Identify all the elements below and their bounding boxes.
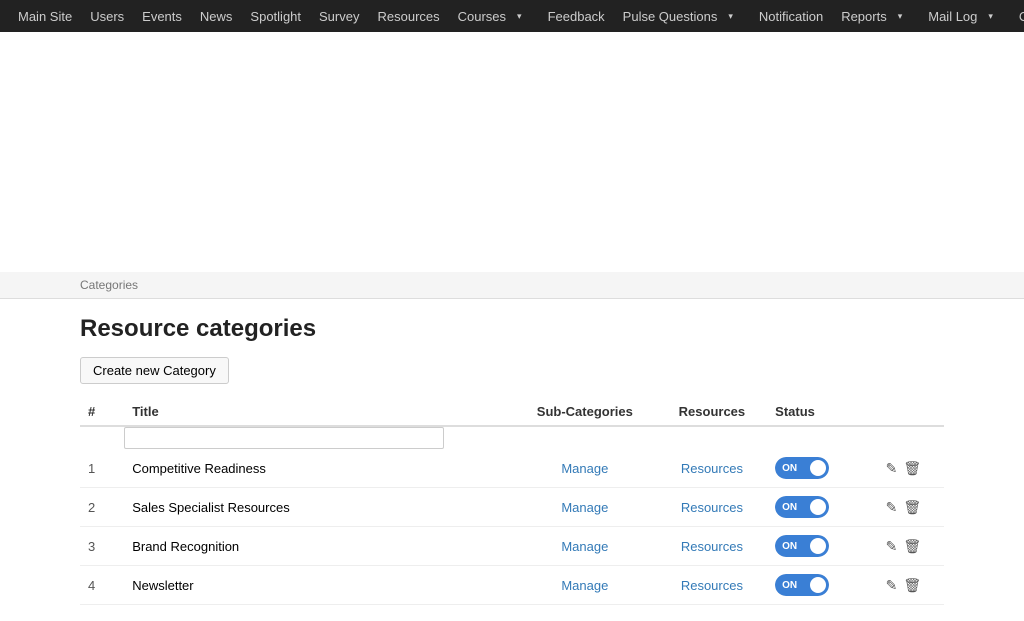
row-res-link[interactable]: Resources bbox=[657, 449, 768, 488]
row-res-link[interactable]: Resources bbox=[657, 527, 768, 566]
row-title: Sales Specialist Resources bbox=[124, 488, 513, 527]
nav-item-main-site[interactable]: Main Site bbox=[10, 3, 80, 30]
nav-item-survey[interactable]: Survey bbox=[311, 3, 367, 30]
row-sub-link[interactable]: Manage bbox=[513, 566, 657, 605]
nav-item-resources[interactable]: Resources bbox=[369, 3, 447, 30]
dropdown-arrow-icon: ▾ bbox=[890, 5, 911, 28]
row-actions: ✎ 🗑 bbox=[878, 527, 944, 566]
nav-item-courses[interactable]: Courses▾ bbox=[450, 0, 538, 34]
delete-icon[interactable]: 🗑 bbox=[903, 499, 921, 516]
table-row: 1 Competitive Readiness Manage Resources… bbox=[80, 449, 944, 488]
edit-icon[interactable]: ✎ bbox=[886, 499, 898, 516]
title-filter-input[interactable] bbox=[124, 427, 444, 449]
categories-table: # Title Sub-Categories Resources Status … bbox=[80, 398, 944, 605]
page-title: Resource categories bbox=[80, 315, 944, 343]
main-content: Resource categories Create new Category … bbox=[0, 299, 1024, 621]
nav-item-reports[interactable]: Reports▾ bbox=[833, 0, 918, 34]
row-num: 3 bbox=[80, 527, 124, 566]
table-row: 2 Sales Specialist Resources Manage Reso… bbox=[80, 488, 944, 527]
nav-item-users[interactable]: Users bbox=[82, 3, 132, 30]
row-actions: ✎ 🗑 bbox=[878, 488, 944, 527]
delete-icon[interactable]: 🗑 bbox=[903, 538, 921, 555]
row-status[interactable]: ON bbox=[767, 488, 878, 527]
col-header-status: Status bbox=[767, 398, 878, 426]
edit-icon[interactable]: ✎ bbox=[886, 460, 898, 477]
row-num: 2 bbox=[80, 488, 124, 527]
dropdown-arrow-icon: ▾ bbox=[509, 5, 530, 28]
row-res-link[interactable]: Resources bbox=[657, 488, 768, 527]
row-title: Competitive Readiness bbox=[124, 449, 513, 488]
row-actions: ✎ 🗑 bbox=[878, 566, 944, 605]
col-header-sub: Sub-Categories bbox=[513, 398, 657, 426]
dropdown-arrow-icon: ▾ bbox=[980, 5, 1001, 28]
row-sub-link[interactable]: Manage bbox=[513, 527, 657, 566]
nav-item-campus[interactable]: Campus▾ bbox=[1011, 0, 1024, 34]
col-header-resources: Resources bbox=[657, 398, 768, 426]
nav-item-notification[interactable]: Notification bbox=[751, 3, 831, 30]
row-actions: ✎ 🗑 bbox=[878, 449, 944, 488]
nav-item-pulse-questions[interactable]: Pulse Questions▾ bbox=[615, 0, 749, 34]
row-status[interactable]: ON bbox=[767, 566, 878, 605]
nav-item-news[interactable]: News bbox=[192, 3, 241, 30]
main-nav: Main SiteUsersEventsNewsSpotlightSurveyR… bbox=[0, 0, 1024, 32]
edit-icon[interactable]: ✎ bbox=[886, 538, 898, 555]
delete-icon[interactable]: 🗑 bbox=[903, 460, 921, 477]
edit-icon[interactable]: ✎ bbox=[886, 577, 898, 594]
row-status[interactable]: ON bbox=[767, 527, 878, 566]
col-header-actions bbox=[878, 398, 944, 426]
delete-icon[interactable]: 🗑 bbox=[903, 577, 921, 594]
row-num: 1 bbox=[80, 449, 124, 488]
row-title: Brand Recognition bbox=[124, 527, 513, 566]
nav-item-mail-log[interactable]: Mail Log▾ bbox=[920, 0, 1009, 34]
row-res-link[interactable]: Resources bbox=[657, 566, 768, 605]
create-category-button[interactable]: Create new Category bbox=[80, 357, 229, 384]
breadcrumb: Categories bbox=[0, 272, 1024, 299]
col-header-title: Title bbox=[124, 398, 513, 426]
row-status[interactable]: ON bbox=[767, 449, 878, 488]
nav-item-events[interactable]: Events bbox=[134, 3, 190, 30]
row-title: Newsletter bbox=[124, 566, 513, 605]
nav-item-feedback[interactable]: Feedback bbox=[540, 3, 613, 30]
row-sub-link[interactable]: Manage bbox=[513, 488, 657, 527]
table-row: 4 Newsletter Manage Resources ON ✎ 🗑 bbox=[80, 566, 944, 605]
dropdown-arrow-icon: ▾ bbox=[720, 5, 741, 28]
row-sub-link[interactable]: Manage bbox=[513, 449, 657, 488]
row-num: 4 bbox=[80, 566, 124, 605]
nav-item-spotlight[interactable]: Spotlight bbox=[242, 3, 309, 30]
table-row: 3 Brand Recognition Manage Resources ON … bbox=[80, 527, 944, 566]
col-header-num: # bbox=[80, 398, 124, 426]
